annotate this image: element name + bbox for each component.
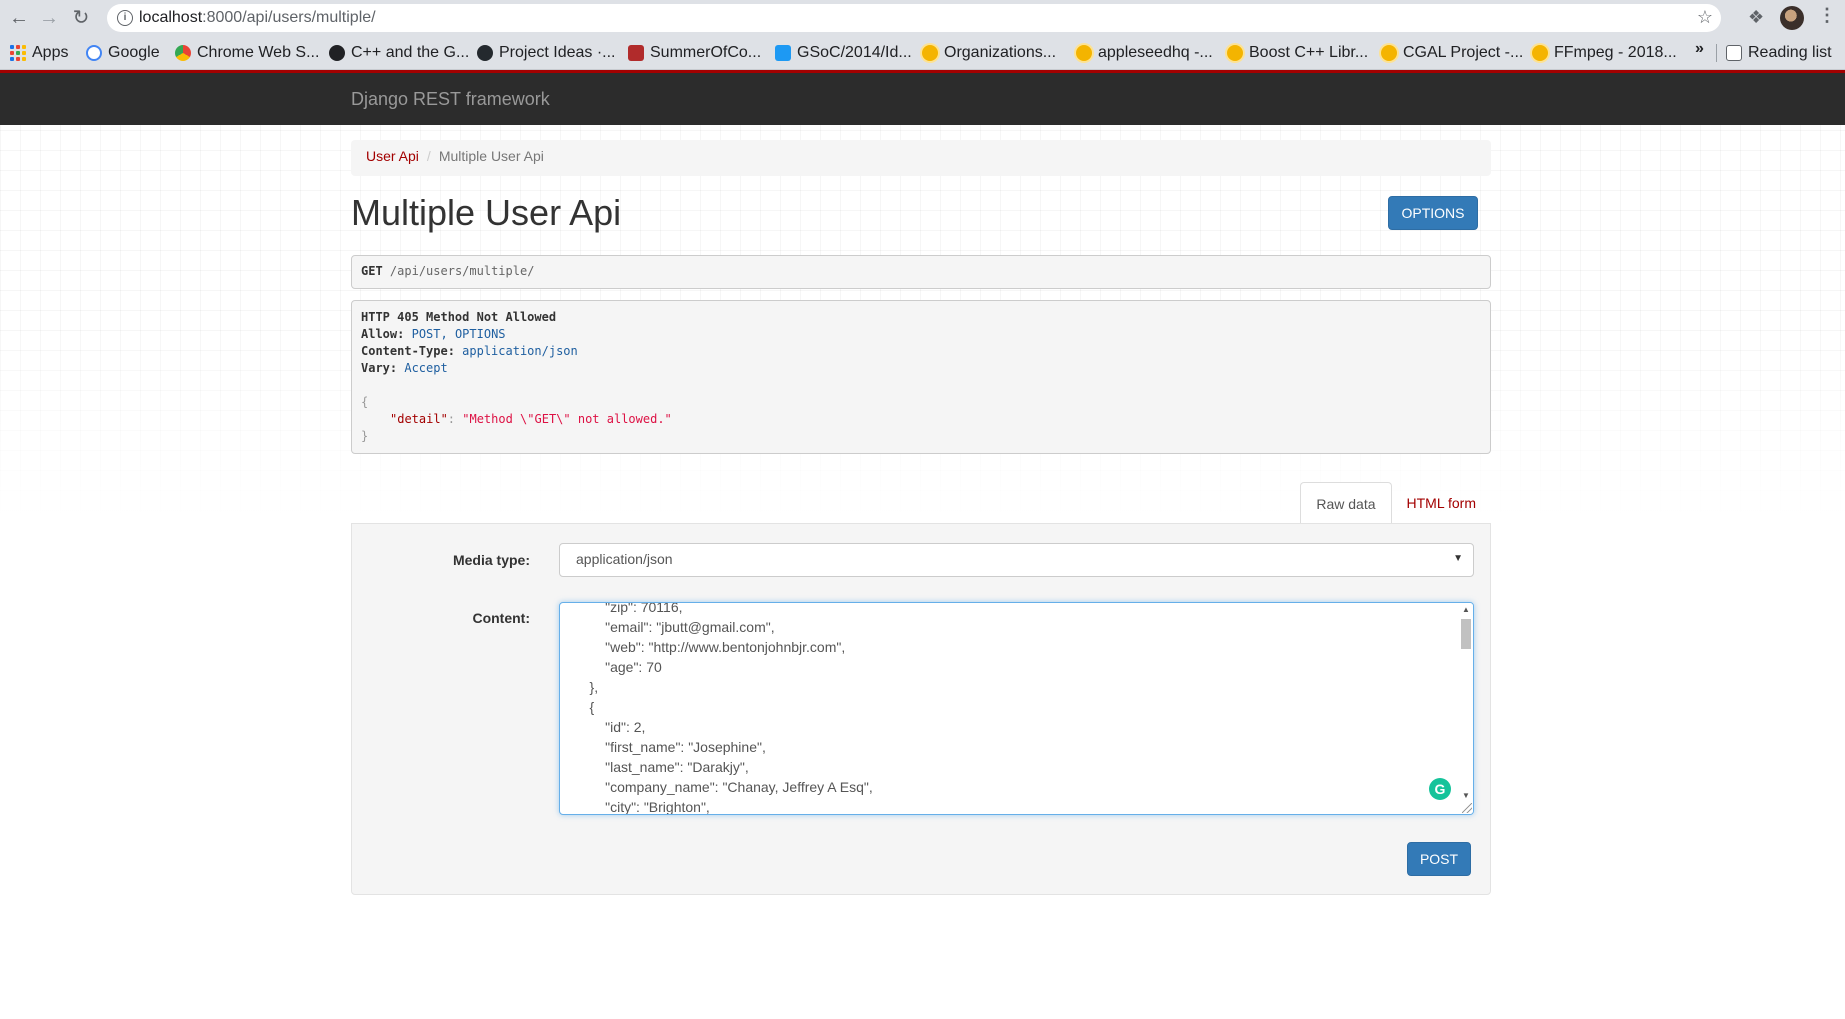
content-line: { — [574, 699, 595, 715]
breadcrumb-separator: / — [426, 148, 431, 164]
content-textarea[interactable]: "zip": 70116, "email": "jbutt@gmail.com"… — [559, 602, 1474, 815]
content-line: "email": "jbutt@gmail.com", — [574, 619, 775, 635]
address-bar[interactable]: i localhost:8000/api/users/multiple/ ☆ — [107, 4, 1721, 32]
json-open-brace: { — [361, 395, 369, 409]
form-tabs: Raw data HTML form — [1300, 482, 1491, 524]
bookmark-appleseedhq[interactable]: appleseedhq -... — [1076, 42, 1213, 64]
tab-html-form[interactable]: HTML form — [1392, 482, 1491, 524]
page-title: Multiple User Api — [351, 192, 622, 233]
request-path: /api/users/multiple/ — [389, 264, 535, 278]
options-button[interactable]: OPTIONS — [1388, 196, 1478, 230]
reading-list-button[interactable]: Reading list — [1726, 42, 1832, 64]
extensions-puzzle-icon[interactable]: ❖ — [1748, 7, 1764, 28]
raw-data-form: Media type: application/json ▼ Content: … — [351, 523, 1491, 895]
header-vary: Vary: Accept — [361, 361, 448, 375]
bookmark-apps[interactable]: Apps — [10, 42, 68, 64]
bookmark-chrome-web-store[interactable]: Chrome Web S... — [175, 42, 319, 64]
cpp-icon — [329, 45, 345, 61]
request-method: GET — [361, 264, 383, 278]
bookmark-gsoc-2014[interactable]: GSoC/2014/Id... — [775, 42, 912, 64]
profile-avatar[interactable] — [1780, 6, 1804, 30]
json-detail-line: "detail": "Method \"GET\" not allowed." — [390, 412, 672, 426]
media-type-select[interactable]: application/json ▼ — [559, 543, 1474, 577]
bookmark-organizations[interactable]: Organizations... — [922, 42, 1056, 64]
response-info: HTTP 405 Method Not Allowed Allow: POST,… — [351, 300, 1491, 454]
scroll-up-icon[interactable]: ▲ — [1462, 605, 1470, 614]
post-button[interactable]: POST — [1407, 842, 1471, 876]
gsoc-sun-icon — [1532, 45, 1548, 61]
content-line: "first_name": "Josephine", — [574, 739, 766, 755]
apps-grid-icon — [10, 45, 26, 61]
content-line: "city": "Brighton", — [574, 799, 710, 815]
bookmark-star-icon[interactable]: ☆ — [1697, 7, 1713, 28]
summer-of-code-icon — [628, 45, 644, 61]
textarea-scrollbar[interactable]: ▲ ▼ — [1459, 603, 1473, 814]
breadcrumb-multiple-user-api: Multiple User Api — [438, 148, 544, 164]
tab-raw-data[interactable]: Raw data — [1300, 482, 1392, 524]
bookmark-summer-of-code[interactable]: SummerOfCo... — [628, 42, 761, 64]
scroll-down-icon[interactable]: ▼ — [1462, 791, 1470, 800]
reading-list-icon — [1726, 45, 1742, 61]
gsoc-sun-icon — [1076, 45, 1092, 61]
site-info-icon[interactable]: i — [117, 10, 133, 26]
gsoc-sun-icon — [922, 45, 938, 61]
request-info: GET /api/users/multiple/ — [351, 255, 1491, 289]
page-viewport: Django REST framework User Api / Multiple … — [0, 70, 1845, 1019]
back-arrow-icon[interactable]: ← — [6, 5, 32, 31]
content-line: }, — [574, 679, 599, 695]
google-icon — [86, 45, 102, 61]
bookmark-cpp[interactable]: C++ and the G... — [329, 42, 469, 64]
gsoc-sun-icon — [1381, 45, 1397, 61]
github-icon — [477, 45, 493, 61]
grammarly-icon[interactable]: G — [1429, 778, 1451, 800]
bookmarks-divider — [1716, 44, 1717, 62]
forward-arrow-icon[interactable]: → — [36, 5, 62, 31]
breadcrumb-user-api[interactable]: User Api — [366, 148, 419, 164]
bookmark-ffmpeg[interactable]: FFmpeg - 2018... — [1532, 42, 1677, 64]
bookmarks-bar: Apps Google Chrome Web S... C++ and the … — [0, 36, 1845, 70]
gsoc-sun-icon — [1227, 45, 1243, 61]
bookmark-cgal[interactable]: CGAL Project -... — [1381, 42, 1523, 64]
content-line: "zip": 70116, — [574, 602, 683, 615]
chrome-web-store-icon — [175, 45, 191, 61]
content-line: "id": 2, — [574, 719, 646, 735]
header-content-type: Content-Type: application/json — [361, 344, 578, 358]
more-bookmarks-button[interactable]: » — [1695, 40, 1704, 58]
resize-grip-icon[interactable] — [1462, 803, 1472, 813]
kde-icon — [775, 45, 791, 61]
browser-menu-icon[interactable]: ⋮ — [1818, 5, 1836, 26]
scrollbar-thumb[interactable] — [1461, 619, 1471, 649]
content-line: "web": "http://www.bentonjohnbjr.com", — [574, 639, 846, 655]
breadcrumb: User Api / Multiple User Api — [351, 140, 1491, 176]
content-line: "last_name": "Darakjy", — [574, 759, 749, 775]
header-allow: Allow: POST, OPTIONS — [361, 327, 506, 341]
bookmark-boost[interactable]: Boost C++ Libr... — [1227, 42, 1368, 64]
content-container: User Api / Multiple User Api Multiple User… — [351, 70, 1491, 1019]
content-text: "zip": 70116, "email": "jbutt@gmail.com"… — [574, 602, 873, 815]
content-line: "age": 70 — [574, 659, 662, 675]
bookmark-project-ideas[interactable]: Project Ideas ·... — [477, 42, 616, 64]
browser-toolbar: ← → ↻ i localhost:8000/api/users/multipl… — [0, 0, 1845, 36]
chevron-down-icon: ▼ — [1453, 553, 1463, 564]
media-type-label: Media type: — [452, 552, 530, 568]
bookmark-google[interactable]: Google — [86, 42, 160, 64]
reload-icon[interactable]: ↻ — [68, 5, 94, 31]
json-close-brace: } — [361, 429, 369, 443]
address-url[interactable]: localhost:8000/api/users/multiple/ — [139, 9, 376, 27]
response-status: HTTP 405 Method Not Allowed — [361, 310, 557, 324]
content-label: Content: — [472, 610, 530, 626]
content-line: "company_name": "Chanay, Jeffrey A Esq", — [574, 779, 873, 795]
